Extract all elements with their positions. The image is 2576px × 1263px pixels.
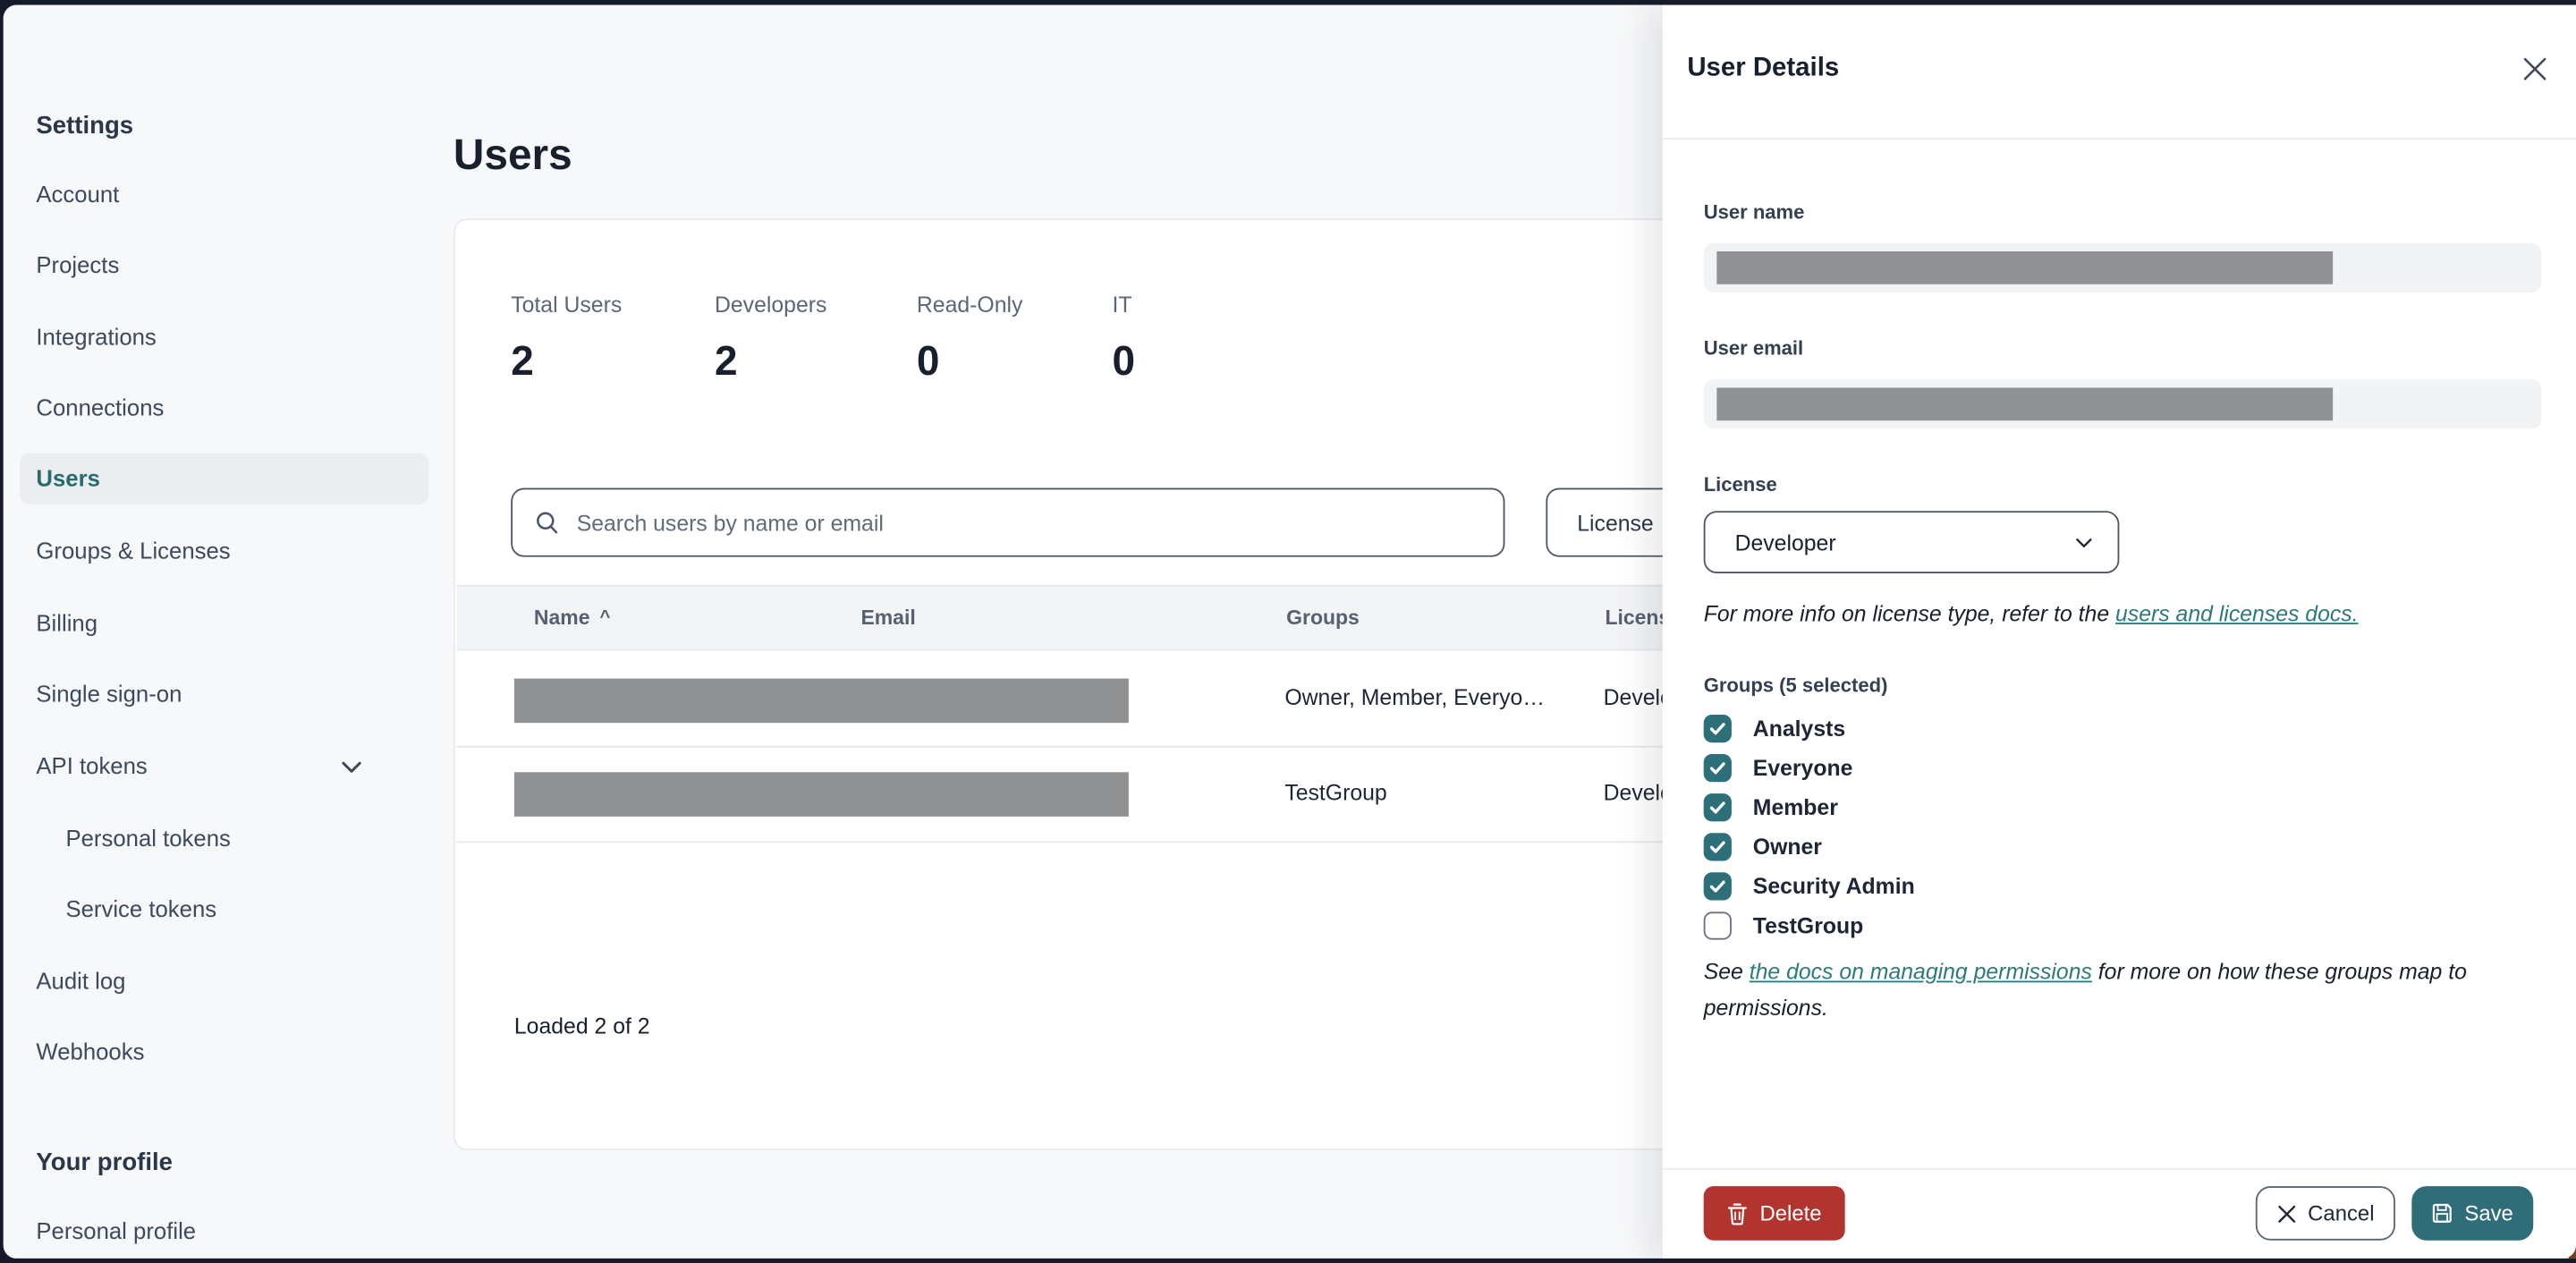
group-label: Analysts [1752,715,1846,741]
redacted-name-email [513,678,1129,724]
redacted-user-name [1716,251,2334,284]
stat-read-only: Read-Only 0 [917,292,1023,386]
chevron-down-icon [2076,538,2092,547]
cancel-label: Cancel [2308,1200,2375,1226]
group-label: Security Admin [1752,873,1915,898]
table-header: Name ^ Email Groups License [456,584,1775,651]
sidebar-item-personal-tokens[interactable]: Personal tokens [65,813,230,862]
group-label: Everyone [1752,754,1853,780]
sort-caret-icon: ^ [599,607,611,628]
group-checkbox-security-admin[interactable]: Security Admin [1703,866,1915,905]
group-checkbox-analysts[interactable]: Analysts [1703,708,1846,748]
cancel-button[interactable]: Cancel [2255,1186,2395,1241]
redacted-user-email [1716,387,2334,421]
checkbox-icon [1703,753,1732,782]
stat-value: 0 [1112,338,1136,385]
trash-icon [1728,1202,1748,1225]
settings-sidebar: Settings Account Projects Integrations C… [4,5,453,1259]
row-groups-cell: TestGroup [1284,780,1387,805]
row-groups-cell: Owner, Member, Everyo… [1284,684,1546,710]
user-details-panel: User Details User name User email Licens… [1662,4,2576,1259]
sidebar-item-audit-log[interactable]: Audit log [36,956,125,1005]
sidebar-heading-your-profile: Your profile [36,1147,173,1176]
sidebar-heading-settings: Settings [36,110,134,140]
x-icon [2277,1204,2295,1222]
sidebar-item-service-tokens[interactable]: Service tokens [65,884,216,933]
save-icon [2433,1203,2453,1223]
search-users-input-wrap[interactable] [511,487,1505,557]
sidebar-item-connections[interactable]: Connections [36,383,164,432]
stat-label: Read-Only [916,292,1023,318]
user-name-label: User name [1703,200,1805,224]
checkbox-icon [1703,714,1732,742]
panel-title: User Details [1687,54,1840,82]
group-checkbox-everyone[interactable]: Everyone [1703,748,1853,787]
group-label: Owner [1752,834,1822,859]
stat-label: Developers [714,292,827,318]
sidebar-item-account[interactable]: Account [36,169,119,218]
sidebar-item-personal-profile[interactable]: Personal profile [36,1206,196,1255]
license-label: License [1703,472,1777,496]
groups-heading: Groups (5 selected) [1703,674,1888,697]
table-row[interactable]: TestGroup Developer [456,746,1775,843]
stat-developers: Developers 2 [715,292,826,386]
checkbox-icon [1703,911,1732,939]
loaded-status: Loaded 2 of 2 [513,1013,650,1038]
group-label: TestGroup [1752,912,1864,937]
page-title: Users [453,130,572,180]
license-dropdown-value: Developer [1734,530,1836,555]
group-checkbox-member[interactable]: Member [1703,787,1838,826]
managing-permissions-docs-link[interactable]: the docs on managing permissions [1750,960,2092,985]
sidebar-item-api-tokens[interactable]: API tokens [36,741,147,790]
save-label: Save [2464,1200,2513,1226]
sidebar-item-groups-licenses[interactable]: Groups & Licenses [36,526,230,575]
app-canvas: Settings Account Projects Integrations C… [3,4,2576,1259]
search-users-input[interactable] [573,508,1504,537]
group-label: Member [1752,794,1838,819]
sidebar-item-single-sign-on[interactable]: Single sign-on [36,669,182,718]
group-checkbox-testgroup[interactable]: TestGroup [1703,905,1864,945]
checkbox-icon [1703,832,1732,860]
delete-label: Delete [1759,1200,1822,1226]
user-email-field[interactable] [1703,379,2542,429]
checkbox-icon [1703,793,1732,821]
divider [1662,138,2576,140]
stat-value: 2 [511,338,534,385]
stat-value: 0 [916,338,940,385]
sidebar-item-users[interactable]: Users [36,453,99,503]
divider [1662,1167,2576,1170]
search-icon [537,512,558,534]
license-note: For more info on license type, refer to … [1703,601,2359,626]
column-header-email[interactable]: Email [860,587,915,649]
sidebar-item-webhooks[interactable]: Webhooks [36,1027,144,1076]
stat-total-users: Total Users 2 [511,292,622,386]
group-checkbox-owner[interactable]: Owner [1703,826,1822,866]
users-licenses-docs-link[interactable]: users and licenses docs. [2115,601,2359,626]
user-name-field[interactable] [1703,242,2542,292]
user-email-label: User email [1703,336,1804,360]
permissions-note: See the docs on managing permissions for… [1703,959,2467,1021]
license-filter-label: License [1577,510,1654,535]
close-icon[interactable] [2521,55,2550,84]
checkbox-icon [1703,871,1732,900]
users-card: Total Users 2 Developers 2 Read-Only 0 I… [453,218,1778,1150]
stat-label: IT [1112,292,1132,318]
sidebar-item-integrations[interactable]: Integrations [36,312,156,361]
delete-button[interactable]: Delete [1703,1186,1845,1241]
redacted-name-email [513,772,1129,817]
table-row[interactable]: Owner, Member, Everyo… Developer [456,648,1775,748]
column-header-groups[interactable]: Groups [1286,587,1360,649]
stat-value: 2 [714,338,738,385]
window: Settings Account Projects Integrations C… [0,0,2576,1263]
stat-it: IT 0 [1112,292,1135,386]
column-header-name[interactable]: Name ^ [534,587,610,649]
chevron-down-icon[interactable] [338,754,364,780]
sidebar-item-projects[interactable]: Projects [36,240,119,289]
sidebar-item-billing[interactable]: Billing [36,598,97,648]
stat-label: Total Users [511,292,623,318]
license-dropdown[interactable]: Developer [1703,511,2120,574]
save-button[interactable]: Save [2411,1186,2534,1241]
